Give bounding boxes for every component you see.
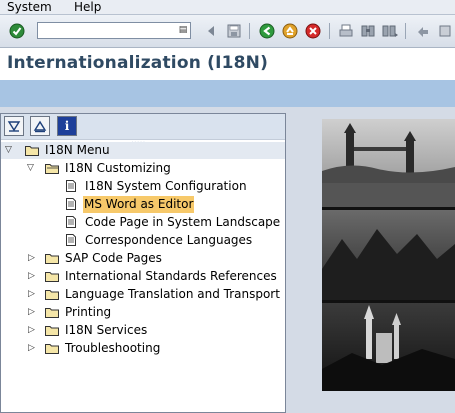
toolbar-separator <box>329 23 330 39</box>
tree-node-label: Printing <box>65 305 112 319</box>
save-icon[interactable] <box>226 23 242 39</box>
tree-node-label: I18N Services <box>65 323 148 337</box>
folder-open-icon <box>45 164 59 174</box>
toolbar-separator <box>249 23 250 39</box>
back-icon[interactable] <box>203 23 219 39</box>
menu-system[interactable]: System <box>7 0 52 14</box>
tree-node-printing[interactable]: ▷ Printing <box>1 304 285 321</box>
toolbar-separator <box>405 23 406 39</box>
collage-picture <box>322 119 455 391</box>
expand-arrow-icon[interactable]: ▷ <box>28 286 40 303</box>
tree-node-label: Correspondence Languages <box>85 233 253 247</box>
tree-node-sap-code-pages[interactable]: ▷ SAP Code Pages <box>1 250 285 267</box>
tree-node-code-page-landscape[interactable]: Code Page in System Landscape (R <box>1 214 285 231</box>
first-page-icon[interactable] <box>415 23 431 39</box>
folder-icon <box>45 344 59 354</box>
tree-node-i18n-menu[interactable]: ▽ I18N Menu <box>1 142 285 159</box>
folder-icon <box>45 326 59 336</box>
print-icon[interactable] <box>338 23 354 39</box>
expand-arrow-icon[interactable]: ▷ <box>28 250 40 267</box>
tree-node-label: I18N System Configuration <box>85 179 247 193</box>
tree-node-label: I18N Customizing <box>65 161 171 175</box>
find-next-icon[interactable] <box>382 23 398 39</box>
document-icon <box>66 180 76 192</box>
tree-node-label: MS Word as Editor <box>83 196 195 213</box>
tree-node-system-configuration[interactable]: I18N System Configuration <box>1 178 285 195</box>
tree-node-international-standards[interactable]: ▷ International Standards References <box>1 268 285 285</box>
document-icon <box>66 198 76 210</box>
tree-node-label: SAP Code Pages <box>65 251 162 265</box>
standard-toolbar: ▤ <box>0 15 455 48</box>
expand-arrow-icon[interactable]: ▷ <box>28 268 40 285</box>
back-green-icon[interactable] <box>259 23 275 39</box>
command-field[interactable]: ▤ <box>37 22 191 39</box>
enter-checkmark-icon[interactable] <box>9 23 25 39</box>
application-toolbar-band <box>0 80 455 107</box>
tree-node-language-translation[interactable]: ▷ Language Translation and Transport <box>1 286 285 303</box>
expand-arrow-icon[interactable]: ▷ <box>28 322 40 339</box>
document-icon <box>66 216 76 228</box>
tree-node-i18n-services[interactable]: ▷ I18N Services <box>1 322 285 339</box>
collapse-subtree-icon[interactable] <box>30 116 50 136</box>
menu-bar: System Help <box>0 0 455 15</box>
page-title: Internationalization (I18N) <box>7 53 269 73</box>
expand-arrow-icon[interactable]: ▷ <box>28 340 40 357</box>
title-bar: Internationalization (I18N) <box>0 48 455 80</box>
collapse-arrow-icon[interactable]: ▽ <box>5 142 17 159</box>
expand-subtree-icon[interactable] <box>4 116 24 136</box>
collapse-arrow-icon[interactable]: ▽ <box>27 160 39 177</box>
folder-icon <box>45 272 59 282</box>
find-icon[interactable] <box>360 23 376 39</box>
menu-help[interactable]: Help <box>74 0 101 14</box>
tree-node-label: Language Translation and Transport <box>65 287 280 301</box>
folder-icon <box>45 290 59 300</box>
tree-node-correspondence-languages[interactable]: Correspondence Languages <box>1 232 285 249</box>
tree-node-i18n-customizing[interactable]: ▽ I18N Customizing <box>1 160 285 177</box>
landmarks-collage-image <box>322 119 455 391</box>
exit-icon[interactable] <box>282 23 298 39</box>
command-input[interactable] <box>40 24 170 37</box>
menu-tree-panel: i ..... ▽ I18N Menu ▽ I18N Customizing I… <box>0 113 286 413</box>
document-icon <box>66 234 76 246</box>
tree-node-troubleshooting[interactable]: ▷ Troubleshooting <box>1 340 285 357</box>
folder-open-icon <box>25 146 39 156</box>
tree-node-label: International Standards References <box>65 269 277 283</box>
folder-icon <box>45 308 59 318</box>
command-history-icon[interactable]: ▤ <box>178 24 188 36</box>
tree-node-label: I18N Menu <box>45 143 110 157</box>
info-icon[interactable]: i <box>57 116 77 136</box>
cancel-icon[interactable] <box>305 23 321 39</box>
tree-node-label: Code Page in System Landscape (R <box>85 215 286 229</box>
tree-node-ms-word-editor[interactable]: MS Word as Editor <box>1 196 285 213</box>
tree-node-label: Troubleshooting <box>65 341 161 355</box>
expand-arrow-icon[interactable]: ▷ <box>28 304 40 321</box>
folder-icon <box>45 254 59 264</box>
previous-page-icon[interactable] <box>437 23 453 39</box>
